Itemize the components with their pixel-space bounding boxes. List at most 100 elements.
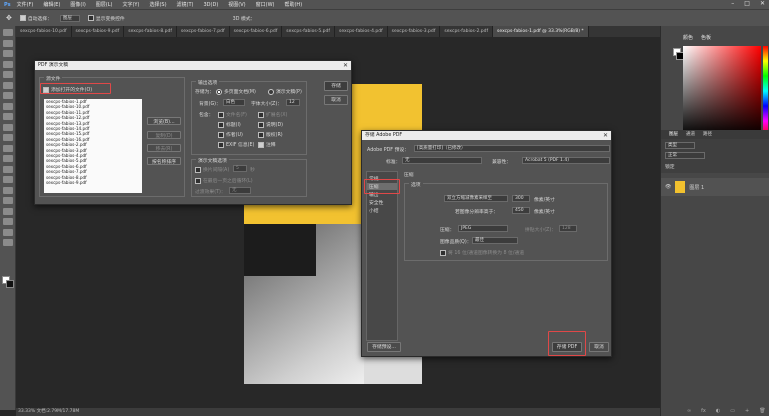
- dodge-tool-icon[interactable]: [2, 165, 13, 173]
- tab-paths[interactable]: 路径: [703, 130, 712, 139]
- document-tab[interactable]: sexcps-fabios-1.pdf @ 33.3%(RGB/8) *: [493, 26, 589, 37]
- preset-select[interactable]: [高质量打印]（已修改）: [414, 145, 610, 152]
- font-size-select[interactable]: 12: [286, 99, 300, 106]
- caption-checkbox[interactable]: 注释: [258, 141, 276, 148]
- list-item[interactable]: sexcps-fabios-9.pdf: [46, 180, 142, 185]
- nav-security[interactable]: 安全性: [369, 199, 383, 206]
- menu-item[interactable]: 窗口(W): [256, 1, 275, 8]
- save-preset-button[interactable]: 存储预设...: [367, 342, 401, 352]
- fx-icon[interactable]: fx: [701, 408, 706, 416]
- close-icon[interactable]: ✕: [760, 0, 765, 7]
- minimize-icon[interactable]: –: [731, 0, 734, 7]
- advance-checkbox[interactable]: 换片间隔(A): [195, 166, 229, 173]
- document-tab[interactable]: sexcps-fabios-7.pdf: [177, 26, 230, 37]
- eraser-tool-icon[interactable]: [2, 134, 13, 141]
- document-tab[interactable]: sexcps-fabios-4.pdf: [335, 26, 388, 37]
- standard-select[interactable]: 无: [402, 157, 482, 164]
- quality-select[interactable]: 最佳: [472, 237, 518, 244]
- title-checkbox[interactable]: 标题(I): [218, 121, 241, 128]
- auto-select-toggle[interactable]: 自动选择：: [19, 15, 52, 22]
- type-tool-icon[interactable]: [2, 186, 13, 194]
- document-tab[interactable]: sexcps-fabios-10.pdf: [16, 26, 72, 37]
- background-select[interactable]: 白色: [223, 99, 245, 106]
- convert16-checkbox[interactable]: 将 16 位/通道图像转换为 8 位/通道: [440, 249, 524, 256]
- document-tab[interactable]: sexcps-fabios-2.pdf: [440, 26, 494, 37]
- menu-item[interactable]: 文字(Y): [122, 1, 139, 8]
- save-pdf-button[interactable]: 存储 PDF: [552, 342, 582, 352]
- show-transform-checkbox[interactable]: [87, 15, 94, 21]
- layer-row[interactable]: 👁 图层 1: [661, 178, 769, 196]
- hand-tool-icon[interactable]: [2, 218, 13, 225]
- menu-item[interactable]: 图层(L): [96, 1, 113, 8]
- blur-tool-icon[interactable]: [2, 155, 13, 162]
- above-ppi-input[interactable]: 450: [512, 207, 530, 214]
- menu-item[interactable]: 帮助(H): [284, 1, 302, 8]
- presentation-radio[interactable]: 演示文稿(P): [268, 88, 302, 95]
- ps-logo[interactable]: Ps: [4, 2, 11, 8]
- tab-swatches[interactable]: 色板: [701, 34, 711, 44]
- filename-checkbox[interactable]: 文件名(F): [218, 111, 247, 118]
- eyedropper-tool-icon[interactable]: [2, 81, 13, 89]
- menu-item[interactable]: 视图(V): [228, 1, 245, 8]
- eye-icon[interactable]: 👁: [665, 184, 671, 190]
- copyright-checkbox[interactable]: 版权(R): [258, 131, 283, 138]
- browse-button[interactable]: 浏览(B)...: [147, 117, 181, 125]
- close-icon[interactable]: ✕: [343, 61, 348, 70]
- document-tab[interactable]: sexcps-fabios-8.pdf: [124, 26, 177, 37]
- file-list[interactable]: sexcps-fabios-1.pdf sexcps-fabios-10.pdf s…: [44, 99, 142, 193]
- mask-icon[interactable]: ◐: [716, 408, 720, 416]
- history-brush-tool-icon[interactable]: [2, 123, 13, 131]
- document-tab[interactable]: sexcps-fabios-6.pdf: [230, 26, 283, 37]
- resample-select[interactable]: 双立方缩减像素采样至: [444, 195, 508, 202]
- description-checkbox[interactable]: 说明(D): [258, 121, 283, 128]
- marquee-tool-icon[interactable]: [2, 39, 13, 47]
- multi-page-radio[interactable]: 多页面文档(M): [216, 88, 256, 95]
- add-open-files-checkbox[interactable]: 添加打开的文件(O): [43, 86, 92, 93]
- menu-item[interactable]: 图像(I): [70, 1, 85, 8]
- stamp-tool-icon[interactable]: [2, 113, 13, 120]
- extension-checkbox[interactable]: 扩展名(X): [258, 111, 287, 118]
- duplicate-button[interactable]: 复制(D): [147, 131, 181, 139]
- tab-channels[interactable]: 通道: [686, 130, 695, 139]
- cancel-button[interactable]: 取消: [324, 95, 348, 105]
- tab-layers[interactable]: 图层: [669, 130, 678, 139]
- menu-item[interactable]: 选择(S): [149, 1, 166, 8]
- menu-item[interactable]: 滤镜(T): [177, 1, 194, 8]
- move-tool-icon[interactable]: [2, 29, 13, 36]
- tab-color[interactable]: 颜色: [683, 34, 693, 44]
- document-tab[interactable]: sexcps-fabios-3.pdf: [388, 26, 441, 37]
- shape-tool-icon[interactable]: [2, 207, 13, 215]
- background-color-swatch[interactable]: [6, 280, 14, 288]
- show-transform-toggle[interactable]: 显示变换控件: [87, 15, 125, 22]
- document-tab[interactable]: sexcps-fabios-5.pdf: [282, 26, 335, 37]
- loop-checkbox[interactable]: 在最后一页之后循环(L): [195, 177, 253, 184]
- resample-ppi-input[interactable]: 300: [512, 195, 530, 202]
- sort-by-name-button[interactable]: 按名称排序: [147, 157, 181, 165]
- pen-tool-icon[interactable]: [2, 176, 13, 183]
- link-icon[interactable]: ∞: [687, 408, 691, 416]
- auto-select-checkbox[interactable]: [19, 15, 26, 21]
- more-tools-tool-icon[interactable]: [2, 239, 13, 246]
- crop-tool-icon[interactable]: [2, 71, 13, 78]
- brush-tool-icon[interactable]: [2, 102, 13, 110]
- transition-select[interactable]: 无: [229, 187, 251, 194]
- maximize-icon[interactable]: □: [744, 0, 750, 7]
- zoom-tool-icon[interactable]: [2, 228, 13, 236]
- compatibility-select[interactable]: Acrobat 5 (PDF 1.4): [522, 157, 610, 164]
- lasso-tool-icon[interactable]: [2, 50, 13, 57]
- close-icon[interactable]: ✕: [603, 131, 608, 140]
- document-tab[interactable]: sexcps-fabios-9.pdf: [72, 26, 125, 37]
- exif-checkbox[interactable]: EXIF 信息(E): [218, 141, 254, 148]
- blend-mode-select[interactable]: 正常: [665, 152, 705, 159]
- remove-button[interactable]: 移去(R): [147, 144, 181, 152]
- menu-item[interactable]: 编辑(E): [43, 1, 60, 8]
- color-picker-field[interactable]: [683, 46, 761, 136]
- trash-icon[interactable]: 🗑: [759, 408, 765, 416]
- move-tool-icon[interactable]: ✥: [6, 14, 12, 22]
- layer-filter[interactable]: 类型: [665, 142, 695, 149]
- tile-size-input[interactable]: 128: [559, 225, 577, 232]
- save-button[interactable]: 存储: [324, 81, 348, 91]
- gradient-tool-icon[interactable]: [2, 144, 13, 152]
- menu-item[interactable]: 文件(F): [17, 1, 34, 8]
- advance-seconds-input[interactable]: 5: [233, 165, 247, 172]
